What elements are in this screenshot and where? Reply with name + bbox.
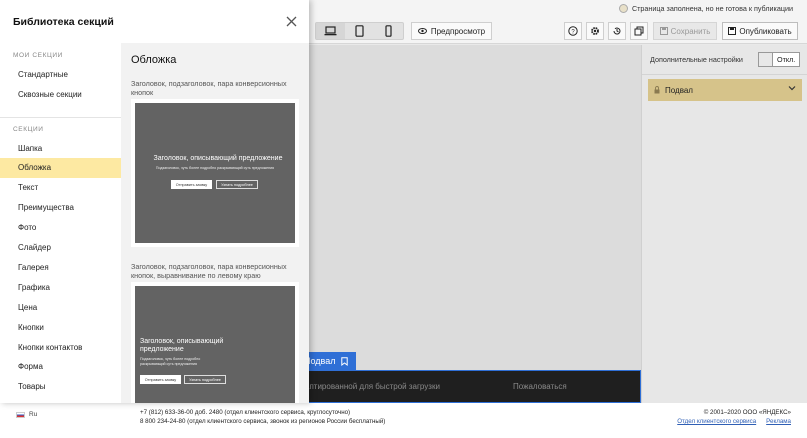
section-library-modal: Библиотека секций МОИ СЕКЦИИ Стандартные… (0, 0, 309, 403)
section-category-item[interactable]: Фото (0, 218, 121, 238)
toggle-knob (759, 53, 773, 66)
section-category-item[interactable]: Текст (0, 178, 121, 198)
section-category-item[interactable]: Форма (0, 357, 121, 377)
thumb-button-secondary: Узнать подробнее (184, 375, 226, 384)
desktop-view-button[interactable] (316, 23, 345, 39)
content-title: Обложка (131, 54, 177, 66)
settings-toggle[interactable]: Откл. (758, 52, 800, 67)
copyright-block: © 2001–2020 ООО «ЯНДЕКС» Отдел клиентско… (677, 408, 791, 426)
toggle-label: Откл. (777, 55, 796, 64)
section-category-item[interactable]: Графика (0, 277, 121, 297)
settings-panel-title: Дополнительные настройки (650, 55, 743, 64)
chevron-down-icon (788, 86, 796, 91)
sidebar-divider (0, 117, 121, 118)
preview-button[interactable]: Предпросмотр (411, 22, 492, 40)
preview-label: Предпросмотр (430, 26, 486, 36)
section-category-item[interactable]: Галерея (0, 257, 121, 277)
thumb-button-primary: Отправить заявку (171, 180, 212, 189)
footer-settings-label: Подвал (665, 85, 693, 95)
report-link[interactable]: Пожаловаться (513, 382, 567, 391)
status-indicator-icon (618, 4, 628, 13)
section-category-item[interactable]: Цена (0, 297, 121, 317)
publish-icon (728, 27, 737, 35)
bookmark-icon (341, 356, 349, 366)
help-icon: ? (568, 26, 578, 36)
template-thumbnail: Заголовок, описывающий предложение Подза… (135, 103, 295, 243)
save-icon (659, 27, 668, 35)
thumb-heading: Заголовок, описывающий предложение (153, 155, 283, 162)
contacts-line-2: 8 800 234-24-80 (отдел клиентского серви… (140, 418, 386, 425)
copy-icon (634, 26, 644, 36)
save-label: Сохранить (670, 26, 711, 36)
my-sections-title: МОИ СЕКЦИИ (13, 52, 63, 59)
thumb-button-primary: Отправить заявку (140, 375, 181, 384)
tablet-view-button[interactable] (345, 23, 374, 39)
section-category-item[interactable]: Шапка (0, 138, 121, 158)
settings-button[interactable] (586, 22, 604, 40)
settings-panel: Дополнительные настройки Откл. Подвал (641, 45, 807, 403)
thumb-subheading: Подзаголовок, чуть более подробно раскры… (140, 357, 201, 366)
sections-title: СЕКЦИИ (13, 126, 44, 133)
help-button[interactable]: ? (564, 22, 582, 40)
section-category-item[interactable]: Слайдер (0, 238, 121, 258)
language-switcher[interactable]: Ru (16, 411, 37, 418)
status-text: Страница заполнена, но не готова к публи… (631, 4, 793, 13)
section-categories-sidebar: МОИ СЕКЦИИ Стандартные Сквозные секции СЕ… (0, 43, 121, 403)
publish-button[interactable]: Опубликовать (722, 22, 798, 40)
save-button[interactable]: Сохранить (653, 22, 717, 40)
my-section-item[interactable]: Стандартные (0, 64, 121, 84)
thumb-button-secondary: Узнать подробнее (216, 180, 258, 189)
laptop-icon (324, 26, 337, 36)
footer-text: аптированной для быстрой загрузки (305, 382, 440, 391)
tablet-icon (355, 25, 364, 37)
template-card[interactable]: Заголовок, описывающий предложение Подза… (131, 99, 299, 247)
section-category-item[interactable]: Кнопки контактов (0, 337, 121, 357)
thumb-subheading: Подзаголовок, чуть более подробно раскры… (155, 166, 275, 170)
thumb-heading: Заголовок, описывающий предложение (140, 338, 224, 353)
history-button[interactable] (608, 22, 626, 40)
my-section-item[interactable]: Сквозные секции (0, 84, 121, 104)
site-bottom-bar: Ru +7 (812) 633-36-00 доб. 2480 (отдел к… (0, 403, 807, 438)
modal-title: Библиотека секций (13, 15, 114, 28)
publish-status: Страница заполнена, но не готова к публи… (618, 4, 793, 13)
section-category-item[interactable]: Обложка (0, 157, 121, 178)
history-icon (613, 27, 621, 35)
copy-button[interactable] (630, 22, 648, 40)
close-icon[interactable] (286, 16, 297, 27)
contacts: +7 (812) 633-36-00 доб. 2480 (отдел клие… (140, 408, 385, 426)
template-card[interactable]: Заголовок, описывающий предложение Подза… (131, 282, 299, 403)
support-link[interactable]: Отдел клиентского сервиса (677, 417, 756, 426)
publish-label: Опубликовать (739, 26, 792, 36)
phone-icon (385, 25, 392, 37)
russian-flag-icon (16, 411, 25, 418)
footer-settings-item[interactable]: Подвал (648, 79, 802, 101)
card-description: Заголовок, подзаголовок, пара конверсион… (131, 262, 287, 280)
card-description: Заголовок, подзаголовок, пара конверсион… (131, 79, 287, 97)
modal-header: Библиотека секций (0, 0, 309, 43)
gear-icon (591, 27, 599, 35)
ads-link[interactable]: Реклама (766, 417, 791, 426)
device-switcher (315, 22, 404, 40)
copyright-text: © 2001–2020 ООО «ЯНДЕКС» (703, 409, 791, 416)
template-thumbnail: Заголовок, описывающий предложение Подза… (135, 286, 295, 403)
mobile-view-button[interactable] (374, 23, 403, 39)
section-category-item[interactable]: Кнопки (0, 317, 121, 337)
lock-icon (654, 86, 660, 94)
contacts-line-1: +7 (812) 633-36-00 доб. 2480 (отдел клие… (140, 409, 351, 416)
eye-icon (417, 28, 427, 34)
section-category-item[interactable]: Товары (0, 377, 121, 397)
language-label: Ru (29, 411, 38, 418)
section-category-item[interactable]: Преимущества (0, 198, 121, 218)
section-templates-panel: Обложка Заголовок, подзаголовок, пара ко… (121, 43, 309, 403)
